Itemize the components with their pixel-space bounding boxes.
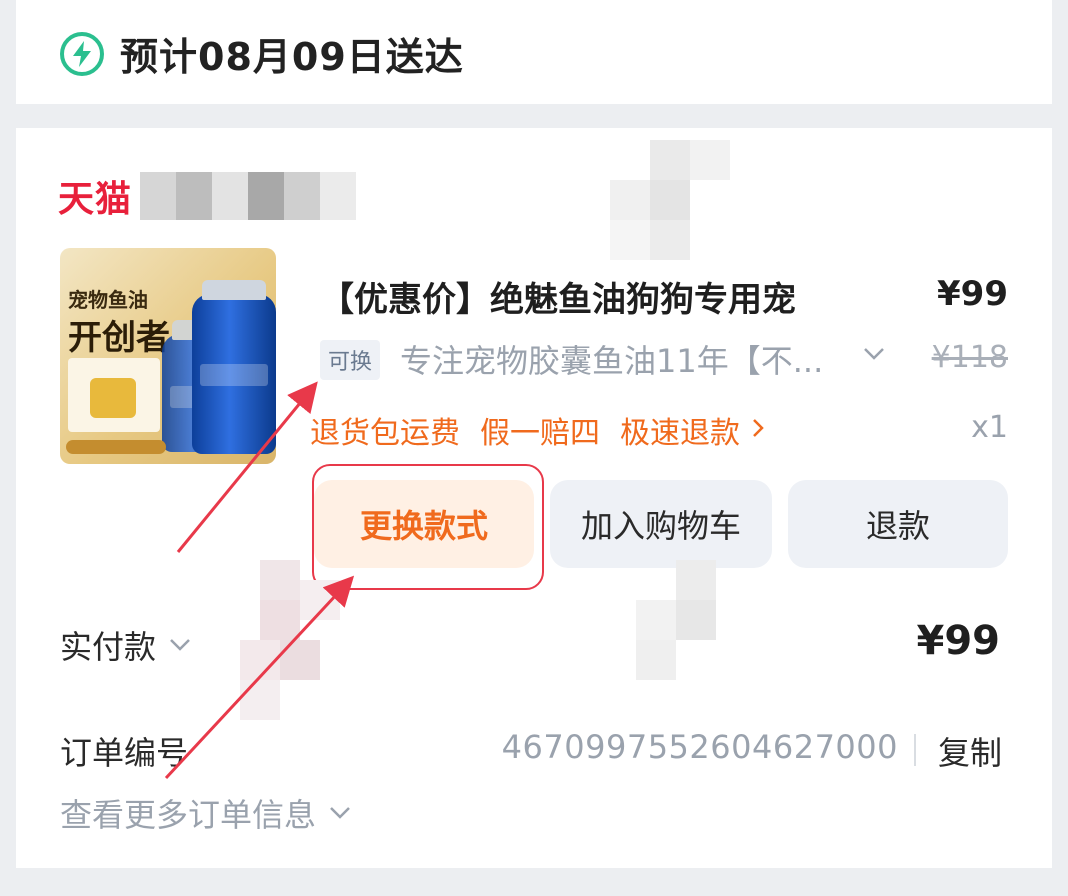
paid-amount: ¥99	[916, 618, 1001, 664]
order-card: 天猫 宠物鱼油 开创者 【优惠价】绝魅鱼油狗狗专用宠 ¥99 可换 专注宠物胶囊…	[16, 128, 1052, 868]
service-tags[interactable]: 退货包运费 假一赔四 极速退款	[310, 408, 786, 452]
store-name-mosaic	[140, 172, 357, 220]
refund-button[interactable]: 退款	[788, 480, 1008, 568]
original-price: ¥118	[931, 340, 1008, 375]
order-number: 4670997552604627000	[501, 728, 898, 766]
chevron-right-icon	[750, 413, 766, 448]
delivery-estimate: 预计08月09日送达	[120, 35, 464, 79]
bolt-icon	[60, 31, 104, 76]
order-number-label: 订单编号	[60, 734, 189, 772]
more-order-info-label: 查看更多订单信息	[60, 796, 317, 834]
delivery-card: 预计08月09日送达	[16, 0, 1052, 104]
product-image-headline: 开创者	[68, 318, 170, 358]
swappable-tag: 可换	[320, 340, 381, 380]
paid-amount-toggle[interactable]: 实付款	[60, 622, 192, 668]
service-tag: 退货包运费	[310, 416, 460, 451]
annotation-highlight-box	[312, 464, 544, 590]
product-image-caption: 宠物鱼油	[68, 288, 148, 312]
copy-button[interactable]: 复制	[938, 728, 1002, 774]
bottle-graphic	[192, 280, 276, 454]
chevron-down-icon	[168, 637, 192, 653]
service-tag: 假一赔四	[480, 416, 600, 451]
divider	[914, 734, 916, 766]
store-brand-logo[interactable]: 天猫	[58, 170, 132, 222]
quantity: x1	[971, 410, 1008, 445]
product-spec[interactable]: 专注宠物胶囊鱼油11年【不...	[400, 336, 823, 382]
more-order-info[interactable]: 查看更多订单信息	[60, 790, 352, 836]
add-to-cart-button[interactable]: 加入购物车	[550, 480, 772, 568]
product-image-bar	[66, 440, 166, 454]
chevron-down-icon[interactable]	[862, 346, 886, 366]
product-price: ¥99	[937, 274, 1008, 314]
chevron-down-icon	[328, 805, 352, 821]
product-image[interactable]: 宠物鱼油 开创者	[60, 248, 276, 464]
product-title[interactable]: 【优惠价】绝魅鱼油狗狗专用宠	[320, 272, 796, 321]
delivery-row: 预计08月09日送达	[60, 26, 464, 81]
store-row[interactable]: 天猫	[58, 170, 357, 222]
paid-label: 实付款	[60, 628, 157, 666]
service-tag: 极速退款	[620, 416, 740, 451]
product-image-box	[68, 358, 160, 432]
